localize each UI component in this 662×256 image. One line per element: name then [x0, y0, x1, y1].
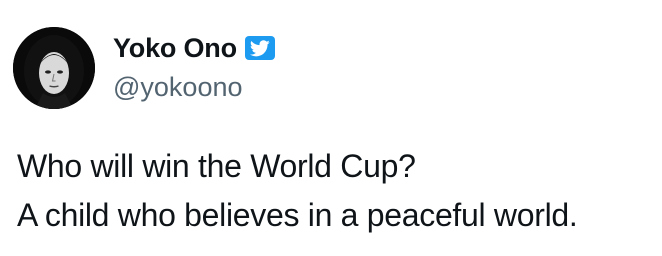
tweet-text-line: Who will win the World Cup? — [17, 148, 416, 184]
author-display-name[interactable]: Yoko Ono — [113, 33, 237, 64]
avatar[interactable] — [13, 27, 95, 109]
avatar-photo — [13, 27, 95, 109]
author-handle[interactable]: @yokoono — [113, 72, 243, 103]
author-name-row: Yoko Ono — [113, 32, 275, 64]
verified-badge — [244, 36, 275, 60]
tweet-card: Yoko Ono @yokoono Who will win the World… — [0, 0, 662, 256]
twitter-bird-icon — [249, 39, 270, 56]
tweet-text-line: A child who believes in a peaceful world… — [17, 197, 578, 233]
tweet-text: Who will win the World Cup? A child who … — [17, 142, 578, 240]
